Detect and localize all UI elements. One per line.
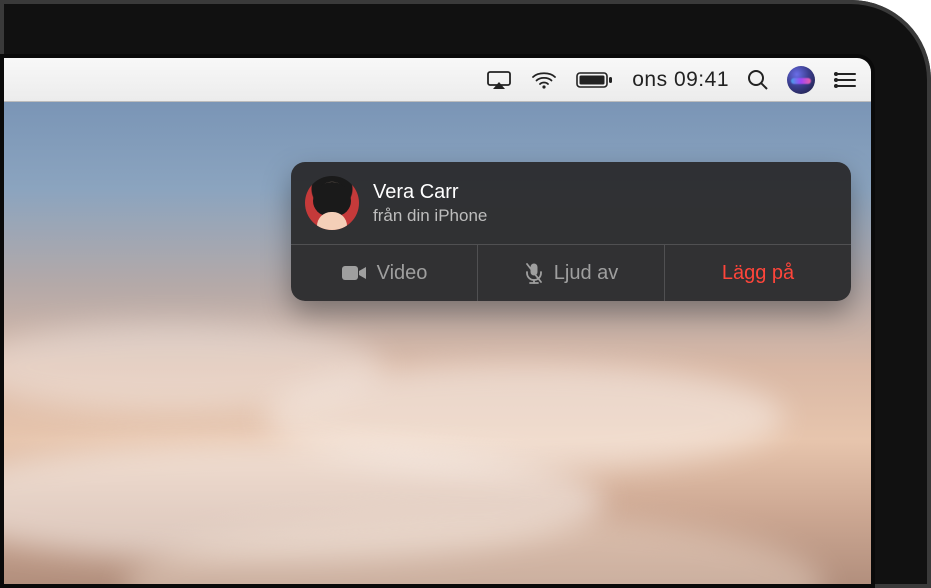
hangup-button-label: Lägg på bbox=[722, 262, 794, 285]
call-source-text: från din iPhone bbox=[373, 206, 487, 226]
mic-muted-icon bbox=[524, 262, 544, 284]
device-bezel: ons 09:41 bbox=[0, 0, 931, 588]
wifi-icon[interactable] bbox=[530, 58, 558, 101]
notification-center-icon[interactable] bbox=[833, 58, 857, 101]
video-camera-icon bbox=[341, 264, 367, 282]
video-button[interactable]: Video bbox=[291, 245, 478, 301]
mute-button[interactable]: Ljud av bbox=[478, 245, 665, 301]
hangup-button[interactable]: Lägg på bbox=[665, 245, 851, 301]
menubar: ons 09:41 bbox=[4, 58, 871, 102]
desktop-wallpaper: Vera Carr från din iPhone bbox=[4, 102, 871, 584]
search-icon[interactable] bbox=[747, 58, 769, 101]
siri-icon[interactable] bbox=[787, 58, 815, 101]
video-button-label: Video bbox=[377, 262, 428, 285]
call-actions: Video bbox=[291, 244, 851, 301]
caller-name: Vera Carr bbox=[373, 180, 487, 204]
caller-avatar bbox=[305, 176, 359, 230]
battery-icon[interactable] bbox=[576, 58, 614, 101]
airplay-icon[interactable] bbox=[486, 58, 512, 101]
menubar-clock[interactable]: ons 09:41 bbox=[632, 58, 729, 101]
call-notification: Vera Carr från din iPhone bbox=[291, 162, 851, 301]
mute-button-label: Ljud av bbox=[554, 262, 619, 285]
